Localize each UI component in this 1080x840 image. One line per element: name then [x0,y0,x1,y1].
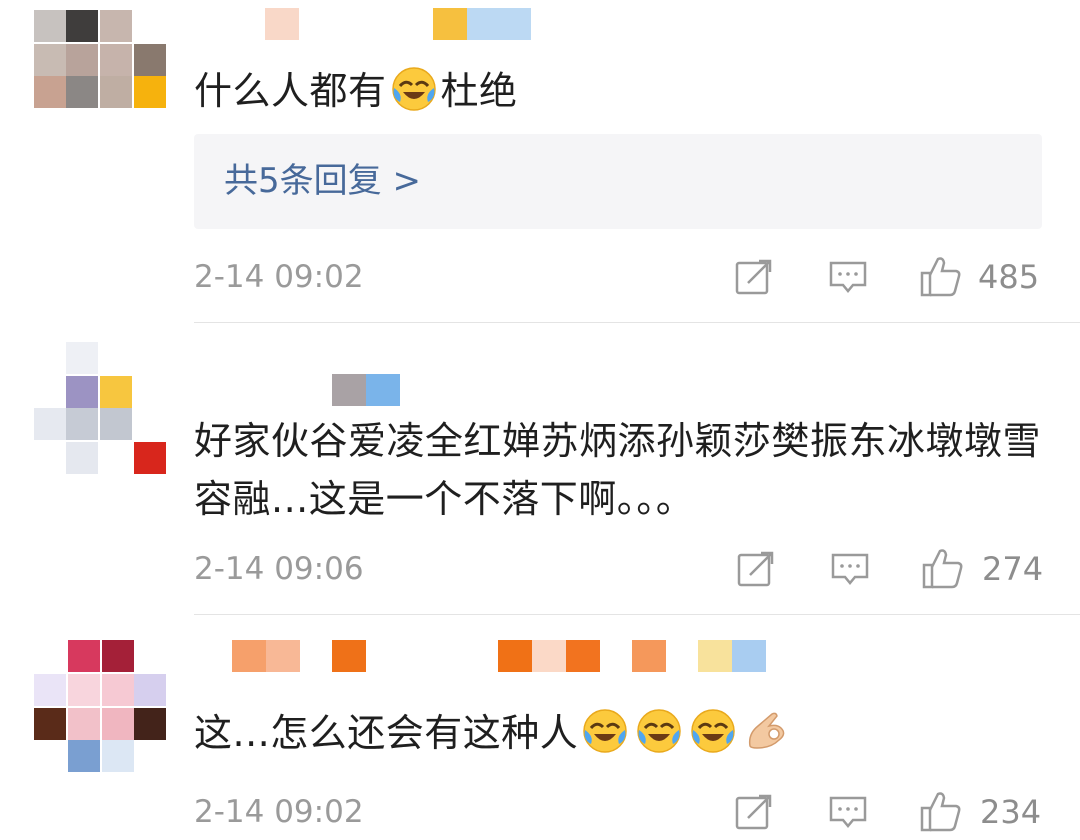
avatar[interactable] [34,640,166,774]
share-icon[interactable] [734,792,774,832]
username[interactable] [265,8,535,40]
view-replies-link[interactable]: 共5条回复 > [194,134,1042,229]
ok-hand-emoji [744,708,790,754]
comment-text: 什么人都有 杜绝 [194,62,1054,120]
share-icon[interactable] [736,549,776,589]
comment-icon[interactable] [830,549,870,589]
timestamp: 2-14 09:02 [194,794,364,830]
like-icon[interactable] [920,255,961,297]
comment-icon[interactable] [828,792,868,832]
like-icon[interactable] [922,547,963,589]
timestamp: 2-14 09:02 [194,259,364,295]
laugh-cry-emoji [690,708,736,754]
like-icon[interactable] [920,790,961,832]
avatar[interactable] [34,10,166,110]
username[interactable] [232,640,772,672]
divider [194,322,1080,323]
comment-text: 这...怎么还会有这种人 [194,704,1054,762]
like-count: 234 [980,793,1042,831]
username[interactable] [332,374,402,406]
laugh-cry-emoji [391,66,437,112]
comment-text: 好家伙谷爱凌全红婵苏炳添孙颖莎樊振东冰墩墩雪容融...这是一个不落下啊。。。 [194,419,1042,521]
comment-icon[interactable] [828,257,868,297]
avatar[interactable] [34,342,166,474]
laugh-cry-emoji [582,708,628,754]
divider [194,614,1080,615]
timestamp: 2-14 09:06 [194,551,364,587]
like-count: 274 [982,550,1044,588]
laugh-cry-emoji [636,708,682,754]
like-count: 485 [978,258,1040,296]
share-icon[interactable] [734,257,774,297]
